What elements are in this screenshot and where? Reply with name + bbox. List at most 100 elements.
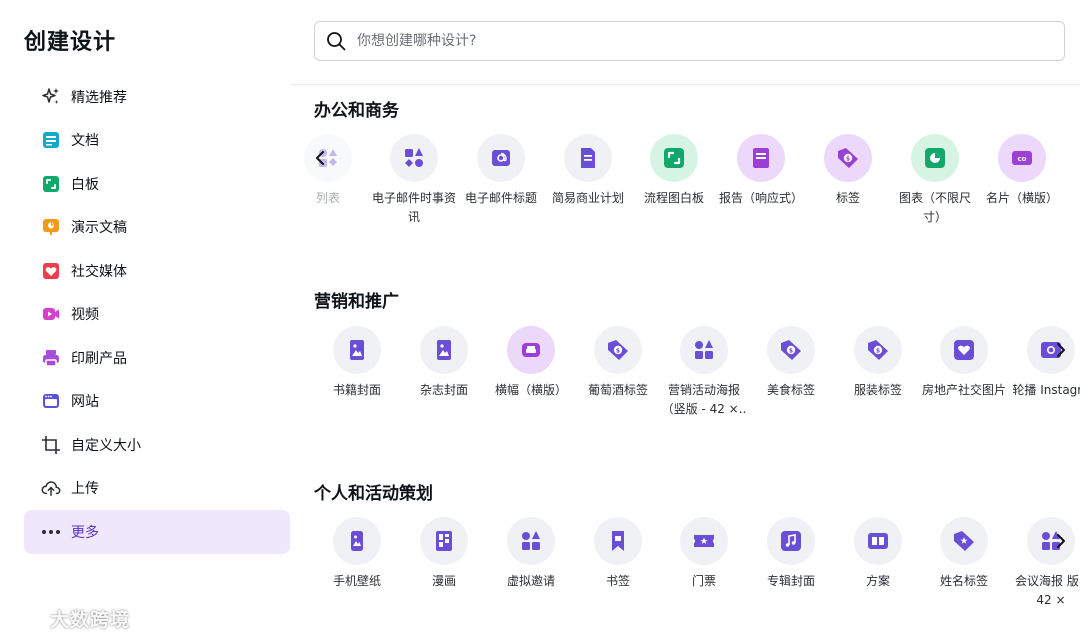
design-item-label: 轮播 Instagra <box>1012 383 1080 397</box>
design-item[interactable]: 房地产社交图片 <box>921 326 1007 400</box>
doc-icon <box>41 130 61 150</box>
whiteboard-icon <box>41 174 61 194</box>
design-item-label: 方案 <box>865 574 890 588</box>
sidebar-item-label: 自定义大小 <box>71 437 141 454</box>
design-item[interactable]: 方案 <box>835 517 921 591</box>
design-item[interactable]: 电子邮件标题 <box>458 134 544 208</box>
sidebar-item-print[interactable]: 印刷产品 <box>24 336 290 380</box>
sidebar-title: 创建设计 <box>24 30 117 55</box>
design-item[interactable]: 姓名标签 <box>921 517 1007 591</box>
search-bar[interactable] <box>314 21 1065 61</box>
scroll-left-arrow-icon[interactable] <box>309 147 331 169</box>
printer-icon <box>41 348 61 368</box>
upload-cloud-icon <box>41 478 61 498</box>
design-item-label: 葡萄酒标签 <box>587 383 648 397</box>
design-row: 手机壁纸 漫画 虚拟邀请 书签 门票 专辑封面 方案 姓名标签 会议海报 版 -… <box>291 517 1080 641</box>
website-icon <box>41 391 61 411</box>
design-item-label: 手机壁纸 <box>332 574 381 588</box>
open-book-icon <box>854 517 902 565</box>
shapes-icon <box>680 326 728 374</box>
heart-icon <box>41 261 61 281</box>
presentation-icon <box>41 217 61 237</box>
design-item[interactable]: 电子邮件时事资讯 <box>371 134 457 227</box>
design-item[interactable]: 列表 <box>291 134 371 208</box>
sidebar-item-social[interactable]: 社交媒体 <box>24 249 290 293</box>
main-panel: 办公和商务 列表 电子邮件时事资讯 电子邮件标题 简易商业计划 流程图白板 <box>291 0 1080 641</box>
price-tag-icon: $ <box>854 326 902 374</box>
design-item[interactable]: co 名片（横版） <box>979 134 1065 208</box>
sidebar-item-more[interactable]: 更多 <box>24 510 290 554</box>
design-item[interactable]: 营销活动海报（竖版 - 42 ×.. <box>661 326 747 419</box>
search-icon <box>325 30 347 52</box>
sidebar-item-featured[interactable]: 精选推荐 <box>24 75 290 119</box>
design-item[interactable]: 简易商业计划 <box>545 134 631 208</box>
sidebar-item-website[interactable]: 网站 <box>24 380 290 424</box>
design-item[interactable]: 书籍封面 <box>314 326 400 400</box>
svg-text:co: co <box>1018 155 1027 163</box>
design-item[interactable]: $ 美食标签 <box>748 326 834 400</box>
design-item-label: 列表 <box>315 191 340 205</box>
sidebar-item-presentation[interactable]: 演示文稿 <box>24 206 290 250</box>
sparkle-icon <box>41 87 61 107</box>
sidebar-item-label: 精选推荐 <box>71 89 127 106</box>
sidebar-item-label: 上传 <box>71 481 99 498</box>
sidebar-item-whiteboard[interactable]: 白板 <box>24 162 290 206</box>
sidebar-item-video[interactable]: 视频 <box>24 293 290 337</box>
whiteboard-icon <box>650 134 698 182</box>
section-title: 营销和推广 <box>314 292 399 312</box>
design-item[interactable]: 专辑封面 <box>748 517 834 591</box>
document-icon <box>564 134 612 182</box>
design-item-label: 杂志封面 <box>419 383 468 397</box>
design-item-label: 横幅（横版） <box>494 383 567 397</box>
design-item[interactable]: 手机壁纸 <box>314 517 400 591</box>
ticket-icon <box>680 517 728 565</box>
design-item[interactable]: 报告（响应式） <box>718 134 804 208</box>
design-item-label: 营销活动海报（竖版 - 42 ×.. <box>661 383 747 416</box>
design-item-label: 电子邮件标题 <box>464 191 537 205</box>
scroll-right-arrow-icon[interactable] <box>1050 339 1072 361</box>
price-tag-icon: $ <box>824 134 872 182</box>
design-item[interactable]: 轮播 Instagra <box>1008 326 1080 400</box>
svg-text:$: $ <box>789 347 793 354</box>
sidebar-item-label: 社交媒体 <box>71 263 127 280</box>
design-item-label: 电子邮件时事资讯 <box>371 191 456 224</box>
design-item[interactable]: 门票 <box>661 517 747 591</box>
sidebar-item-custom-size[interactable]: 自定义大小 <box>24 423 290 467</box>
search-input[interactable] <box>357 33 1037 49</box>
design-item[interactable]: 虚拟邀请 <box>488 517 574 591</box>
sidebar-item-label: 更多 <box>71 524 99 541</box>
design-item-label: 专辑封面 <box>766 574 815 588</box>
design-item-label: 会议海报 版 - 42 × <box>1015 574 1080 607</box>
design-item[interactable]: $ 标签 <box>805 134 891 208</box>
banner-print-icon <box>507 326 555 374</box>
design-row: 书籍封面 杂志封面 横幅（横版） $ 葡萄酒标签 营销活动海报（竖版 - 42 … <box>291 326 1080 456</box>
scroll-right-arrow-icon[interactable] <box>1050 530 1072 552</box>
design-item-label: 名片（横版） <box>985 191 1058 205</box>
section-title: 个人和活动策划 <box>314 484 433 504</box>
design-item-label: 流程图白板 <box>643 191 704 205</box>
price-tag-icon: $ <box>767 326 815 374</box>
sidebar-item-label: 印刷产品 <box>71 350 127 367</box>
design-item[interactable]: 漫画 <box>401 517 487 591</box>
sidebar: 创建设计 精选推荐 文档 白板 演示文稿 社交媒体 视频 印刷产品 网站 自定义… <box>0 0 291 641</box>
design-item[interactable]: 流程图白板 <box>631 134 717 208</box>
sidebar-nav: 精选推荐 文档 白板 演示文稿 社交媒体 视频 印刷产品 网站 自定义大小 上传… <box>24 75 290 554</box>
design-item[interactable]: 书签 <box>575 517 661 591</box>
book-cover-icon <box>333 326 381 374</box>
sidebar-item-docs[interactable]: 文档 <box>24 119 290 163</box>
pie-chart-icon <box>911 134 959 182</box>
sidebar-item-label: 演示文稿 <box>71 220 127 237</box>
svg-text:$: $ <box>846 155 850 162</box>
design-item[interactable]: 图表（不限尺寸） <box>892 134 978 227</box>
design-item[interactable]: 横幅（横版） <box>488 326 574 400</box>
design-item[interactable]: $ 葡萄酒标签 <box>575 326 661 400</box>
price-tag-icon: $ <box>594 326 642 374</box>
svg-text:$: $ <box>876 347 880 354</box>
business-card-icon: co <box>998 134 1046 182</box>
watermark: 大数跨境 <box>8 605 130 632</box>
design-item[interactable]: 杂志封面 <box>401 326 487 400</box>
design-item[interactable]: $ 服装标签 <box>835 326 921 400</box>
phone-wallpaper-icon <box>333 517 381 565</box>
sidebar-item-upload[interactable]: 上传 <box>24 467 290 511</box>
design-item-label: 报告（响应式） <box>718 191 803 205</box>
